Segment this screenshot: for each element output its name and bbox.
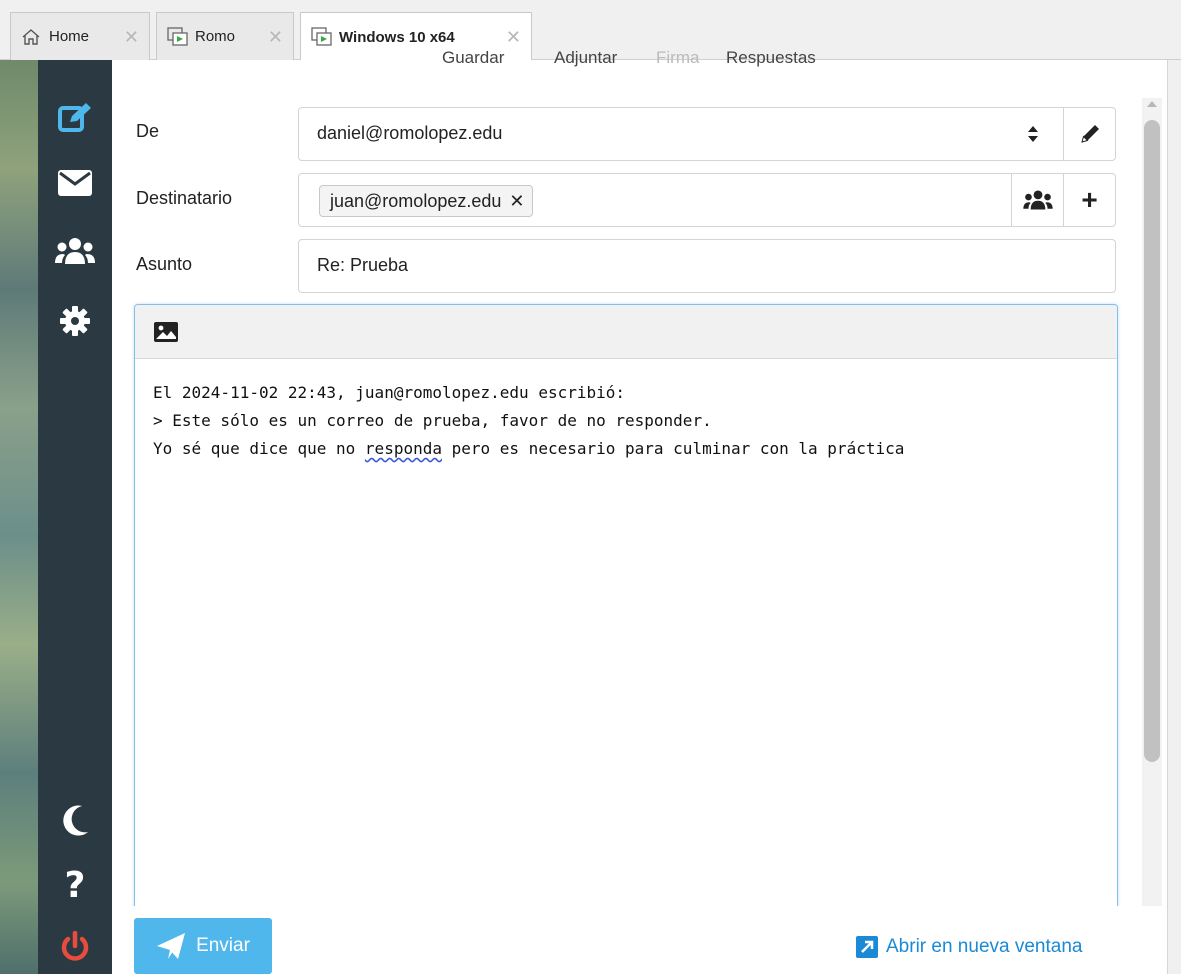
subject-label: Asunto [136, 254, 193, 274]
envelope-icon [58, 170, 92, 196]
insert-image-button[interactable] [153, 321, 179, 348]
add-recipient-button[interactable]: + [1063, 174, 1115, 226]
reply-text: Yo sé que dice que no responda pero es n… [153, 439, 905, 458]
help-button[interactable]: ? [50, 860, 100, 910]
from-label: De [136, 121, 160, 141]
open-new-window-label: Abrir en nueva ventana [886, 936, 1083, 957]
window-edge [1167, 60, 1181, 974]
question-icon: ? [64, 864, 86, 906]
signature-menu-item[interactable]: Firma [656, 48, 699, 68]
edit-from-button[interactable] [1063, 108, 1115, 160]
quoted-text: > Este sólo es un correo de prueba, favo… [153, 411, 712, 430]
image-icon [154, 322, 178, 342]
editor-toolbar [135, 305, 1117, 359]
compose-panel: Guardar Adjuntar Firma Respuestas De dan… [112, 48, 1167, 974]
tab-home-label: Home [49, 28, 90, 45]
moon-icon [63, 805, 88, 836]
open-new-window-link[interactable]: Abrir en nueva ventana [856, 936, 1082, 958]
pencil-icon [1080, 125, 1099, 143]
home-icon [21, 27, 43, 47]
from-value: daniel@romolopez.edu [317, 123, 503, 143]
attach-menu-item[interactable]: Adjuntar [554, 48, 617, 68]
tab-windows-close-icon[interactable]: ✕ [506, 27, 521, 48]
compose-menu: Guardar Adjuntar Firma Respuestas [112, 48, 1142, 70]
scrollbar[interactable] [1142, 98, 1162, 932]
send-label: Enviar [196, 935, 250, 956]
vm-icon [167, 26, 189, 47]
subject-input[interactable]: Re: Prueba [298, 239, 1116, 293]
settings-button[interactable] [50, 296, 100, 346]
tab-windows-label: Windows 10 x64 [339, 28, 455, 46]
external-link-icon [856, 936, 878, 958]
misspelled-word: responda [364, 439, 442, 458]
compose-button[interactable] [50, 92, 100, 142]
save-menu-item[interactable]: Guardar [442, 48, 504, 68]
compose-footer: Enviar Abrir en nueva ventana [112, 906, 1167, 974]
plus-icon: + [1081, 184, 1098, 215]
gear-icon [60, 306, 90, 336]
tab-romo-label: Romo [195, 28, 236, 45]
logout-button[interactable] [50, 922, 100, 972]
recipient-chip: juan@romolopez.edu ✕ [319, 185, 534, 217]
users-icon [1022, 190, 1053, 210]
paper-plane-icon [157, 933, 186, 959]
subject-value: Re: Prueba [317, 255, 409, 275]
desktop-background [0, 60, 38, 974]
sort-icon [1027, 124, 1039, 149]
message-editor[interactable]: El 2024-11-02 22:43, juan@romolopez.edu … [134, 304, 1118, 944]
message-body[interactable]: El 2024-11-02 22:43, juan@romolopez.edu … [153, 379, 904, 463]
tab-home-close-icon[interactable]: ✕ [124, 27, 139, 48]
recipients-field[interactable]: juan@romolopez.edu ✕ + [298, 173, 1116, 227]
scroll-thumb[interactable] [1144, 120, 1160, 762]
compose-icon [58, 103, 91, 132]
contacts-button[interactable] [50, 226, 100, 276]
send-button[interactable]: Enviar [134, 918, 272, 974]
scroll-up-icon[interactable] [1146, 98, 1158, 110]
remove-recipient-icon[interactable]: ✕ [509, 191, 524, 212]
tab-romo-close-icon[interactable]: ✕ [268, 27, 283, 48]
recipient-email: juan@romolopez.edu [330, 190, 502, 211]
quote-header: El 2024-11-02 22:43, juan@romolopez.edu … [153, 383, 626, 402]
dark-mode-button[interactable] [50, 796, 100, 846]
from-select[interactable]: daniel@romolopez.edu [298, 107, 1116, 161]
to-label: Destinatario [136, 188, 233, 208]
vm-icon [311, 27, 333, 47]
power-icon [61, 931, 89, 961]
responses-menu-item[interactable]: Respuestas [726, 48, 816, 68]
app-sidebar: ? [38, 60, 112, 974]
contacts-picker-button[interactable] [1011, 174, 1063, 226]
users-icon [55, 238, 95, 264]
inbox-button[interactable] [50, 158, 100, 208]
